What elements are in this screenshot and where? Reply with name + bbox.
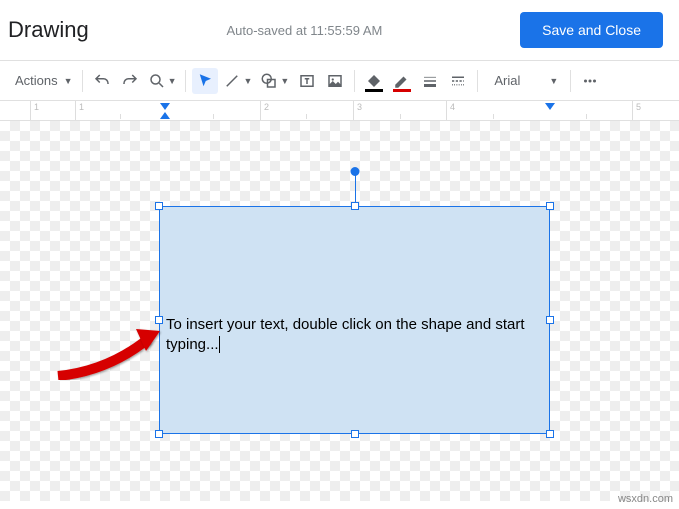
- annotation-arrow: [48, 321, 168, 391]
- pencil-icon: [393, 72, 411, 90]
- more-button[interactable]: [577, 68, 603, 94]
- ruler-label: 2: [260, 101, 269, 120]
- resize-handle-br[interactable]: [546, 430, 554, 438]
- font-name: Arial: [490, 73, 524, 88]
- save-and-close-button[interactable]: Save and Close: [520, 12, 663, 48]
- border-color-button[interactable]: [389, 68, 415, 94]
- resize-handle-tm[interactable]: [351, 202, 359, 210]
- resize-handle-mr[interactable]: [546, 316, 554, 324]
- textbox-icon: [298, 72, 316, 90]
- undo-button[interactable]: [89, 68, 115, 94]
- autosave-status: Auto-saved at 11:55:59 AM: [226, 23, 382, 38]
- separator: [477, 70, 478, 92]
- ruler-label: 3: [353, 101, 362, 120]
- more-horizontal-icon: [581, 72, 599, 90]
- textbox-tool[interactable]: [294, 68, 320, 94]
- horizontal-ruler: 1 1 2 3 4 5: [0, 101, 679, 121]
- dialog-header: Drawing Auto-saved at 11:55:59 AM Save a…: [0, 0, 679, 61]
- toolbar: Actions▼ ▼ ▼ ▼ Arial ▼: [0, 61, 679, 101]
- shape-text-content[interactable]: To insert your text, double click on the…: [166, 315, 543, 354]
- chevron-down-icon: ▼: [64, 76, 73, 86]
- chevron-down-icon: ▼: [243, 76, 252, 86]
- redo-button[interactable]: [117, 68, 143, 94]
- ruler-label: 1: [75, 101, 84, 120]
- font-selector[interactable]: Arial ▼: [484, 68, 564, 94]
- image-tool[interactable]: [322, 68, 348, 94]
- line-tool[interactable]: ▼: [220, 68, 255, 94]
- resize-handle-tr[interactable]: [546, 202, 554, 210]
- indent-marker-left[interactable]: [160, 103, 170, 110]
- zoom-button[interactable]: ▼: [145, 68, 180, 94]
- redo-icon: [121, 72, 139, 90]
- separator: [82, 70, 83, 92]
- text-cursor: [219, 336, 220, 353]
- resize-handle-bl[interactable]: [155, 430, 163, 438]
- paint-bucket-icon: [365, 72, 383, 90]
- line-icon: [223, 72, 241, 90]
- separator: [185, 70, 186, 92]
- line-dash-icon: [449, 72, 467, 90]
- indent-marker-right[interactable]: [545, 103, 555, 110]
- select-tool[interactable]: [192, 68, 218, 94]
- border-color-swatch: [393, 89, 411, 92]
- resize-handle-bm[interactable]: [351, 430, 359, 438]
- ruler-label: 1: [30, 101, 39, 120]
- indent-marker-first[interactable]: [160, 112, 170, 119]
- ruler-label: 5: [632, 101, 641, 120]
- separator: [354, 70, 355, 92]
- drawing-canvas[interactable]: To insert your text, double click on the…: [0, 121, 679, 501]
- separator: [570, 70, 571, 92]
- image-icon: [326, 72, 344, 90]
- zoom-icon: [148, 72, 166, 90]
- fill-color-button[interactable]: [361, 68, 387, 94]
- chevron-down-icon: ▼: [549, 76, 558, 86]
- watermark: wsxdn.com: [618, 493, 673, 505]
- chevron-down-icon: ▼: [280, 76, 289, 86]
- resize-handle-ml[interactable]: [155, 316, 163, 324]
- fill-color-swatch: [365, 89, 383, 92]
- resize-handle-tl[interactable]: [155, 202, 163, 210]
- rectangle-shape[interactable]: To insert your text, double click on the…: [159, 206, 550, 434]
- line-weight-icon: [421, 72, 439, 90]
- border-weight-button[interactable]: [417, 68, 443, 94]
- undo-icon: [93, 72, 111, 90]
- chevron-down-icon: ▼: [168, 76, 177, 86]
- border-dash-button[interactable]: [445, 68, 471, 94]
- shapes-icon: [260, 72, 278, 90]
- dialog-title: Drawing: [8, 17, 89, 43]
- ruler-label: 4: [446, 101, 455, 120]
- cursor-icon: [196, 72, 214, 90]
- shape-tool[interactable]: ▼: [257, 68, 292, 94]
- rotation-handle[interactable]: [350, 167, 359, 176]
- actions-menu[interactable]: Actions▼: [8, 68, 76, 94]
